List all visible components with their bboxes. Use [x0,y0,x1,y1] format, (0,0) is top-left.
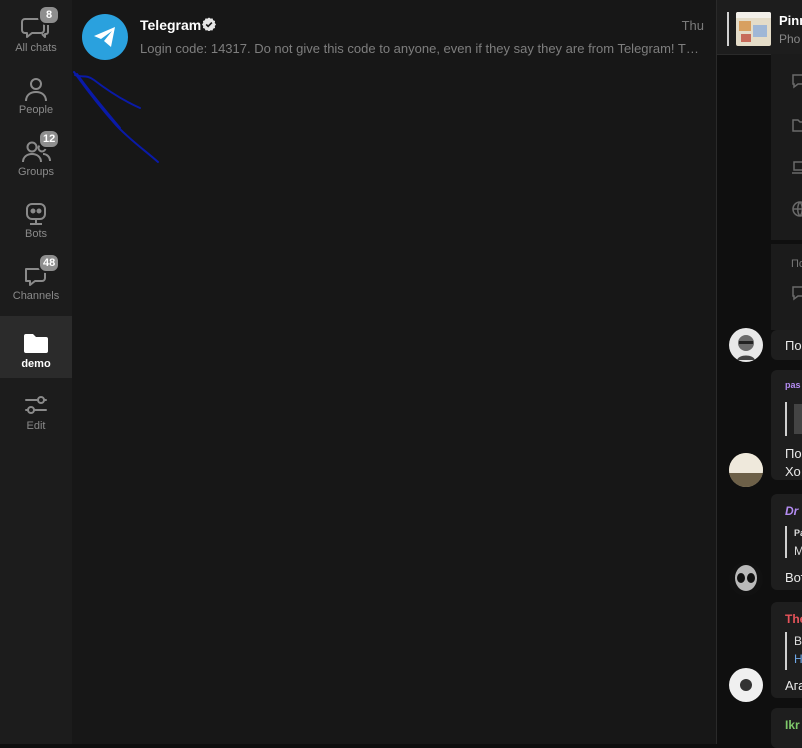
message-sender: Dr [785,504,799,518]
chat-pane: Pinn Pho По По pas По Хо Dr Pa M Вот [716,0,802,748]
unread-badge: 8 [38,5,60,25]
message-bubble[interactable]: pas По Хо [771,370,802,480]
reply-quote-bar [785,402,787,436]
folder-outline-icon [792,119,802,132]
chat-last-message: Login code: 14317. Do not give this code… [140,41,702,56]
message-bubble[interactable]: По [771,330,802,360]
folder-label: Bots [24,228,47,240]
media-link-card [771,54,802,240]
folder-all-chats[interactable]: 8 All chats [0,0,72,62]
folder-demo[interactable]: demo [0,316,72,378]
verified-icon [202,17,216,31]
chat-title: Telegram [140,17,202,33]
chats-icon: 8 [21,5,60,42]
folder-label: demo [21,358,51,370]
folder-label: All chats [15,42,57,54]
reply-thumbnail [794,404,802,434]
reply-title: Pa [794,528,802,538]
chat-list: Telegram Thu Login code: 14317. Do not g… [72,0,716,744]
message-text: Вот [785,570,802,585]
message-text: По [785,446,802,461]
chat-item-telegram[interactable]: Telegram Thu Login code: 14317. Do not g… [72,0,716,72]
group-icon: 12 [21,129,61,166]
comment-icon [792,286,802,301]
avatar[interactable] [729,562,763,596]
avatar[interactable] [729,328,763,362]
message-bubble[interactable]: The B H Ага [771,602,802,698]
avatar[interactable] [729,453,763,487]
reply-title: B [794,634,802,648]
folder-bots[interactable]: Bots [0,186,72,248]
pinned-title: Pinn [779,13,802,28]
laptop-icon [792,161,802,174]
message-card: По [771,244,802,330]
unread-badge: 12 [38,129,61,149]
folder-label: Edit [26,420,46,432]
folder-label: Channels [12,290,60,302]
telegram-avatar [82,14,128,60]
folder-edit[interactable]: Edit [0,378,72,440]
folder-label: People [18,104,54,116]
reply-text: M [794,544,802,558]
chat-date: Thu [681,18,704,33]
bot-icon [21,198,51,228]
message-sender: The [785,612,802,626]
comment-icon [792,74,802,89]
globe-icon [792,201,802,217]
folder-groups[interactable]: 12 Groups [0,124,72,186]
folder-icon [21,328,51,358]
reply-text: H [794,652,802,666]
message-bubble[interactable]: Ikr [771,708,802,748]
message-text: Ага [785,678,802,693]
folder-people[interactable]: People [0,62,72,124]
reply-quote-bar [785,632,787,670]
pinned-subtitle: Pho [779,32,801,46]
folder-rail: 8 All chats People 12 Groups Bots 48 Cha… [0,0,72,744]
unread-badge: 48 [38,253,61,273]
pinned-indicator [727,12,729,46]
avatar[interactable] [729,668,763,702]
section-label: По [791,258,802,270]
message-text: Хо [785,464,801,479]
message-sender: Ikr [785,718,800,732]
paper-plane-icon [94,27,115,47]
folder-label: Groups [17,166,55,178]
pinned-message-bar[interactable]: Pinn Pho [717,0,802,55]
reply-quote-bar [785,526,787,558]
message-text: По [785,338,802,353]
message-sender: pas [785,380,801,390]
sliders-icon [21,390,51,420]
person-icon [21,74,51,104]
pinned-photo-thumbnail [736,12,771,46]
message-bubble[interactable]: Dr Pa M Вот [771,494,802,590]
channel-icon: 48 [21,253,61,290]
folder-channels[interactable]: 48 Channels [0,248,72,310]
